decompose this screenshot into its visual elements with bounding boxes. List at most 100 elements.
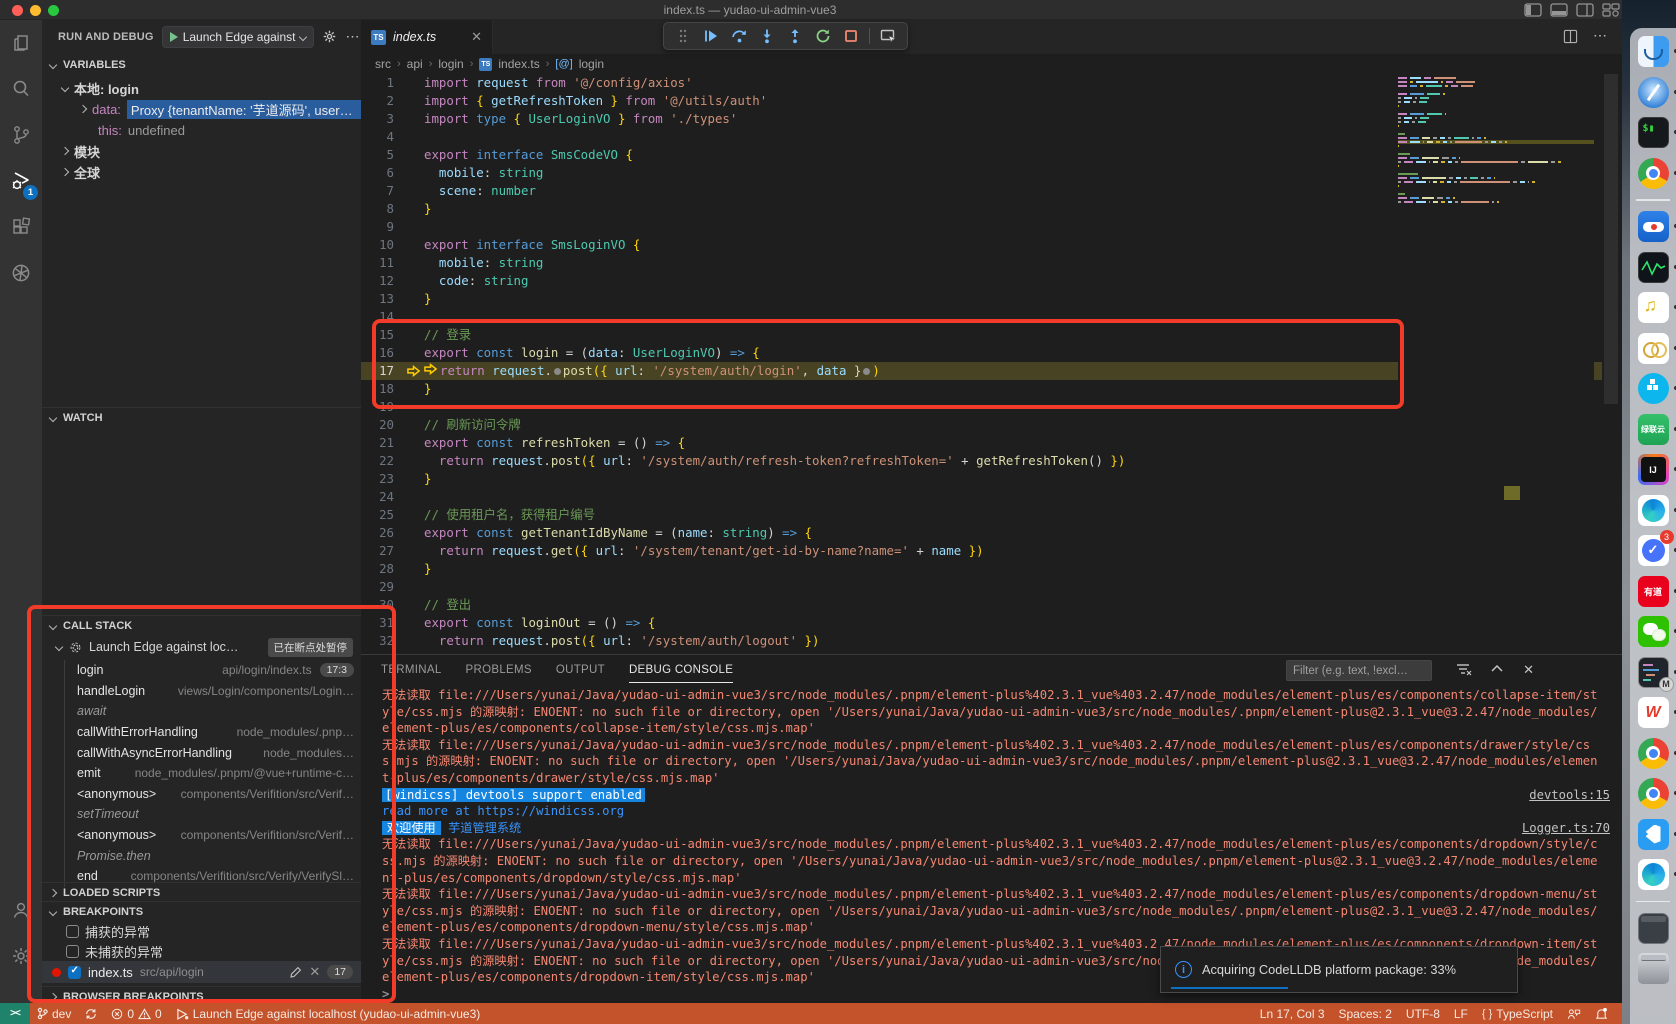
console-source-link[interactable]: Logger.ts:70 <box>1522 820 1610 837</box>
breakpoint-uncaught-exceptions[interactable]: 未捕获的异常 <box>42 941 361 961</box>
stack-frame[interactable]: loginapi/login/index.ts17:3 <box>64 660 354 681</box>
run-and-debug-icon[interactable]: 1 <box>0 158 42 204</box>
debug-session-row[interactable]: Launch Edge against localhost... 已在断点处暂停 <box>42 637 361 657</box>
loaded-scripts-section-header[interactable]: LOADED SCRIPTS <box>42 882 361 902</box>
watch-section-header[interactable]: WATCH <box>42 407 361 427</box>
console-source-link[interactable]: devtools:15 <box>1529 787 1610 804</box>
dock-item-cloud-sync[interactable] <box>1638 211 1669 242</box>
indentation-item[interactable]: Spaces: 2 <box>1332 1007 1399 1021</box>
dock-item-chrome[interactable] <box>1638 738 1669 769</box>
notification-toast[interactable]: i Acquiring CodeLLDB platform package: 3… <box>1160 946 1518 993</box>
variables-scope-row[interactable]: 本地: login <box>42 78 361 98</box>
stack-frame[interactable]: setTimeout <box>64 804 354 825</box>
extensions-icon[interactable] <box>0 204 42 250</box>
sync-changes-item[interactable] <box>78 1008 104 1020</box>
dock-item-qq-music[interactable] <box>1638 292 1669 323</box>
breadcrumb-file[interactable]: index.ts <box>498 57 539 71</box>
checkbox-unchecked[interactable] <box>66 925 79 938</box>
variable-row-this[interactable]: this: undefined <box>42 120 361 140</box>
dock-item-vscode[interactable] <box>1638 819 1669 850</box>
tab-output[interactable]: OUTPUT <box>556 658 605 682</box>
step-over-button[interactable] <box>727 25 751 47</box>
stack-frame[interactable]: <anonymous>components/Verifition/src/Ver… <box>64 825 354 846</box>
dock-item-lvlian-cloud[interactable]: 绿联云 <box>1638 414 1669 445</box>
dock-item-ticktick[interactable]: 3 <box>1638 535 1669 566</box>
minimap[interactable] <box>1398 76 1594 636</box>
browser-breakpoints-section-header[interactable]: BROWSER BREAKPOINTS <box>42 986 361 1003</box>
dock-item-edge[interactable] <box>1638 859 1669 890</box>
dock-item-compass[interactable] <box>1638 77 1669 108</box>
close-panel-icon[interactable]: ✕ <box>1523 662 1534 678</box>
toggle-primary-sidebar-icon[interactable] <box>1524 3 1544 17</box>
problems-item[interactable]: 0 0 <box>104 1007 168 1021</box>
close-tab-icon[interactable]: ✕ <box>471 29 482 45</box>
stack-frame[interactable]: emitnode_modules/.pnpm/@vue+runtime-c… <box>64 763 354 784</box>
notifications-bell-icon[interactable] <box>1588 1007 1622 1020</box>
minimize-window-button[interactable] <box>30 5 41 16</box>
variable-row-data[interactable]: data: Proxy {tenantName: '芋道源码', usernam… <box>42 99 361 119</box>
breadcrumb-symbol-login[interactable]: login <box>579 57 604 71</box>
accounts-icon[interactable] <box>0 887 42 933</box>
tab-problems[interactable]: PROBLEMS <box>466 658 532 682</box>
debug-settings-gear-icon[interactable] <box>322 29 337 44</box>
toggle-secondary-sidebar-icon[interactable] <box>1576 3 1596 17</box>
dock-item-activity-monitor[interactable] <box>1638 252 1669 283</box>
breakpoints-section-header[interactable]: BREAKPOINTS <box>42 901 361 921</box>
tab-index-ts[interactable]: TS index.ts ✕ <box>361 20 493 54</box>
step-out-button[interactable] <box>783 25 807 47</box>
file-breakpoint-row[interactable]: index.ts src/api/login ✕ 17 <box>42 961 361 983</box>
breadcrumb-src[interactable]: src <box>375 57 391 71</box>
stack-frame[interactable]: handleLoginviews/Login/components/Login… <box>64 681 354 702</box>
editor-more-actions-icon[interactable]: ⋯ <box>1593 27 1608 44</box>
breakpoint-caught-exceptions[interactable]: 捕获的异常 <box>42 921 361 941</box>
openai-extension-icon[interactable] <box>0 250 42 296</box>
checkbox-unchecked[interactable] <box>66 945 79 958</box>
inspect-page-button[interactable] <box>876 25 900 47</box>
step-into-button[interactable] <box>755 25 779 47</box>
launch-configuration-dropdown[interactable]: Launch Edge against <box>162 26 315 48</box>
stack-frame[interactable]: Promise.then <box>64 845 354 866</box>
debug-target-item[interactable]: Launch Edge against localhost (yudao-ui-… <box>169 1007 488 1021</box>
dock-item-intellij-idea[interactable]: IJ <box>1638 454 1669 485</box>
tab-terminal[interactable]: TERMINAL <box>381 658 442 682</box>
feedback-icon[interactable] <box>1560 1008 1588 1020</box>
collapse-panel-icon[interactable] <box>1490 662 1504 676</box>
dock-item-terminal[interactable] <box>1638 117 1669 148</box>
stop-button[interactable] <box>839 25 863 47</box>
dock-item-youdao[interactable]: 有道 <box>1638 576 1669 607</box>
dock-item-window-thumbnail[interactable] <box>1638 913 1669 944</box>
git-branch-item[interactable]: dev <box>30 1007 78 1021</box>
dock-item-code-window[interactable]: M <box>1638 657 1669 688</box>
cursor-position-item[interactable]: Ln 17, Col 3 <box>1253 1007 1332 1021</box>
filter-icon[interactable] <box>1456 662 1472 676</box>
remove-breakpoint-icon[interactable]: ✕ <box>309 964 320 980</box>
console-filter-input[interactable] <box>1286 660 1432 681</box>
dock-item-docker[interactable] <box>1638 373 1669 404</box>
stack-frame[interactable]: <anonymous>components/Verifition/src/Ver… <box>64 784 354 805</box>
stack-frame[interactable]: callWithErrorHandlingnode_modules/.pnp… <box>64 722 354 743</box>
dock-item-wechat[interactable] <box>1638 616 1669 647</box>
customize-layout-icon[interactable] <box>1602 3 1622 17</box>
call-stack-section-header[interactable]: CALL STACK <box>42 615 361 635</box>
eol-item[interactable]: LF <box>1447 1007 1475 1021</box>
restart-button[interactable] <box>811 25 835 47</box>
editor-scrollbar[interactable] <box>1602 74 1622 654</box>
search-icon[interactable] <box>0 66 42 112</box>
explorer-icon[interactable] <box>0 20 42 66</box>
dock-item-rings[interactable] <box>1638 333 1669 364</box>
variables-group-global[interactable]: 全球 <box>42 162 361 182</box>
breadcrumb-login[interactable]: login <box>438 57 463 71</box>
dock-item-chrome[interactable] <box>1638 778 1669 809</box>
checkbox-checked[interactable] <box>68 966 81 979</box>
edit-breakpoint-icon[interactable] <box>289 966 302 979</box>
remote-indicator[interactable]: >< <box>0 1003 30 1024</box>
dock-item-trash[interactable] <box>1638 953 1669 984</box>
stack-frame[interactable]: await <box>64 701 354 722</box>
tab-debug-console[interactable]: DEBUG CONSOLE <box>629 658 733 683</box>
breadcrumb-api[interactable]: api <box>407 57 423 71</box>
views-more-actions-icon[interactable]: ⋯ <box>345 28 360 45</box>
dock-item-finder[interactable] <box>1638 36 1669 67</box>
settings-gear-icon[interactable] <box>0 933 42 979</box>
start-debug-icon[interactable] <box>170 32 178 42</box>
variables-group-modules[interactable]: 模块 <box>42 141 361 161</box>
